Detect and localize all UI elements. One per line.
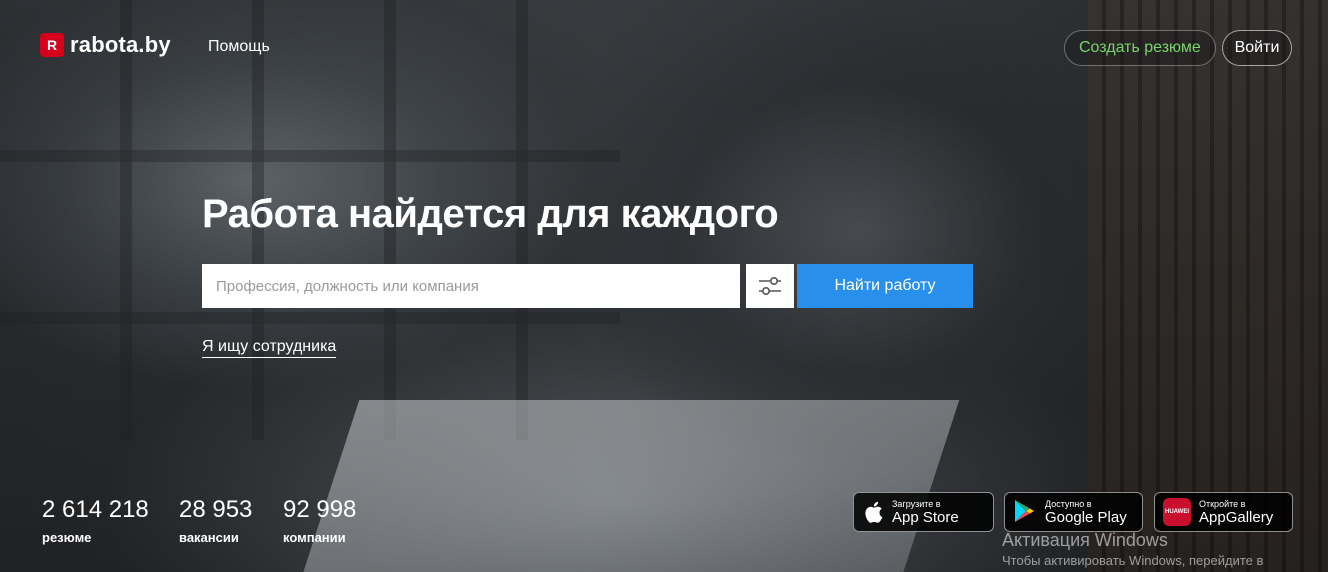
badge-title: AppGallery (1199, 508, 1274, 526)
search-input[interactable] (202, 264, 740, 308)
stat-companies: 92 998 компании (283, 496, 356, 545)
watermark-title: Активация Windows (1002, 530, 1168, 550)
windows-activation-watermark: Активация Windows Чтобы активировать Win… (1002, 530, 1263, 568)
stat-value: 28 953 (179, 496, 253, 523)
huawei-icon: HUAWEI (1163, 498, 1191, 526)
advanced-search-button[interactable] (746, 264, 794, 308)
badge-subtitle: Откройте в (1199, 498, 1246, 509)
badge-title: Google Play (1045, 508, 1127, 526)
background-desk (300, 400, 960, 572)
page-title: Работа найдется для каждого (202, 192, 779, 236)
top-header: R rabota.by Помощь Создать резюме Войти (0, 0, 1328, 96)
login-button[interactable]: Войти (1222, 30, 1292, 66)
stat-resumes: 2 614 218 резюме (42, 496, 149, 545)
badge-subtitle: Загрузите в (892, 498, 941, 509)
help-link[interactable]: Помощь (208, 38, 270, 56)
badge-title: App Store (892, 508, 959, 526)
stat-label: вакансии (179, 530, 239, 545)
apple-icon (862, 499, 884, 525)
stat-vacancies: 28 953 вакансии (179, 496, 252, 545)
stat-value: 2 614 218 (42, 496, 149, 523)
watermark-subtitle: Чтобы активировать Windows, перейдите в (1002, 553, 1264, 568)
google-play-icon (1013, 499, 1037, 525)
app-store-text: Загрузите в App Store (892, 499, 959, 526)
badge-subtitle: Доступно в (1045, 498, 1092, 509)
app-store-badge[interactable]: Загрузите в App Store (853, 492, 994, 532)
google-play-badge[interactable]: Доступно в Google Play (1004, 492, 1143, 532)
logo-text: rabota.by (70, 32, 171, 57)
site-logo[interactable]: R rabota.by (40, 32, 171, 58)
stat-value: 92 998 (283, 496, 357, 523)
logo-mark-icon: R (40, 33, 64, 57)
sliders-icon (759, 276, 781, 296)
stat-label: компании (283, 530, 346, 545)
stat-label: резюме (42, 530, 92, 545)
app-gallery-text: Откройте в AppGallery (1199, 499, 1273, 526)
employer-link[interactable]: Я ищу сотрудника (202, 338, 337, 358)
app-gallery-badge[interactable]: HUAWEI Откройте в AppGallery (1154, 492, 1293, 532)
find-job-button[interactable]: Найти работу (797, 264, 973, 308)
google-play-text: Доступно в Google Play (1045, 499, 1127, 526)
create-resume-button[interactable]: Создать резюме (1064, 30, 1216, 66)
